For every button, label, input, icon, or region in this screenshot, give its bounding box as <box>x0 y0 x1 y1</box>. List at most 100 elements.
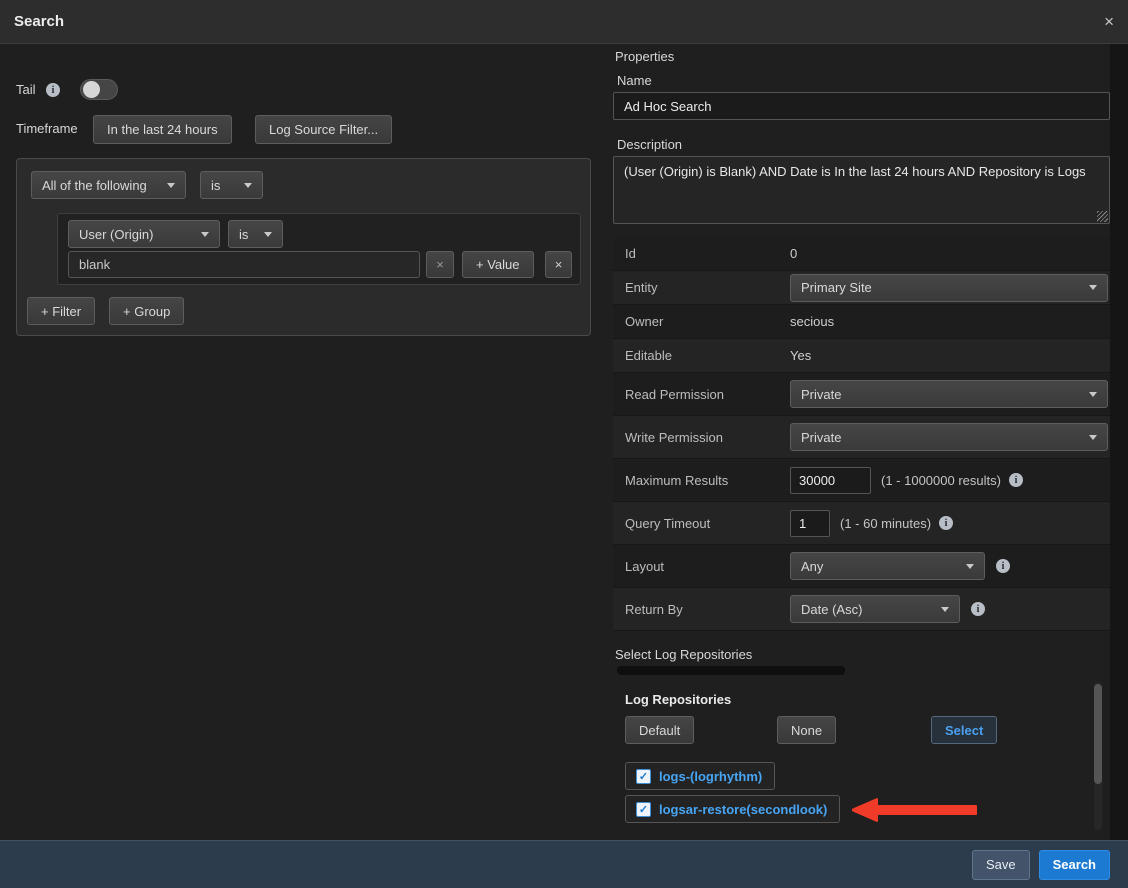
table-row-maximum-results: Maximum Results (1 - 1000000 results) <box>613 459 1110 502</box>
field-dropdown[interactable]: User (Origin) <box>68 220 220 248</box>
red-arrow-annotation <box>852 797 980 823</box>
table-row-write-permission: Write Permission Private <box>613 416 1110 459</box>
group-operator-dropdown[interactable]: All of the following <box>31 171 186 199</box>
row-value: 0 <box>790 246 797 261</box>
table-row-query-timeout: Query Timeout (1 - 60 minutes) <box>613 502 1110 545</box>
group-condition-dropdown[interactable]: is <box>200 171 263 199</box>
properties-header: Properties <box>615 49 674 64</box>
vertical-scrollbar[interactable] <box>1094 682 1102 830</box>
chevron-down-icon <box>244 183 252 188</box>
table-row-id: Id 0 <box>613 237 1110 271</box>
description-textarea[interactable]: (User (Origin) is Blank) AND Date is In … <box>613 156 1110 224</box>
return-by-value: Date (Asc) <box>801 602 862 617</box>
log-repositories-header: Log Repositories <box>625 692 731 707</box>
horizontal-scrollbar[interactable] <box>617 666 845 675</box>
group-condition-value: is <box>211 178 220 193</box>
table-row-return-by: Return By Date (Asc) <box>613 588 1110 631</box>
timeframe-button[interactable]: In the last 24 hours <box>93 115 232 144</box>
chevron-down-icon <box>167 183 175 188</box>
entity-dropdown[interactable]: Primary Site <box>790 274 1108 302</box>
chevron-down-icon <box>1089 285 1097 290</box>
timeframe-label: Timeframe <box>16 121 78 136</box>
repository-item-logsar-restore-secondlook[interactable]: logsar-restore(secondlook) <box>625 795 840 823</box>
tail-label: Tail <box>16 82 36 97</box>
add-value-button[interactable]: + Value <box>462 251 534 278</box>
name-label: Name <box>617 73 652 88</box>
query-timeout-hint: (1 - 60 minutes) <box>840 516 931 531</box>
log-source-filter-button[interactable]: Log Source Filter... <box>255 115 392 144</box>
row-label: Write Permission <box>625 430 790 445</box>
table-row-read-permission: Read Permission Private <box>613 373 1110 416</box>
info-icon[interactable] <box>996 559 1010 573</box>
table-row-owner: Owner secious <box>613 305 1110 339</box>
field-condition-value: is <box>239 227 248 242</box>
chevron-down-icon <box>264 232 272 237</box>
row-label: Entity <box>625 280 790 295</box>
remove-value-button[interactable]: × <box>426 251 454 278</box>
search-dialog: Search × Tail Timeframe In the last 24 h… <box>0 0 1128 888</box>
select-button[interactable]: Select <box>931 716 997 744</box>
table-row-layout: Layout Any <box>613 545 1110 588</box>
layout-dropdown[interactable]: Any <box>790 552 985 580</box>
info-icon[interactable] <box>939 516 953 530</box>
toggle-knob <box>83 81 100 98</box>
row-label: Editable <box>625 348 790 363</box>
chevron-down-icon <box>1089 435 1097 440</box>
scrollbar-thumb[interactable] <box>1094 684 1102 784</box>
entity-value: Primary Site <box>801 280 872 295</box>
row-label: Id <box>625 246 790 261</box>
layout-value: Any <box>801 559 823 574</box>
none-button[interactable]: None <box>777 716 836 744</box>
description-label: Description <box>617 137 682 152</box>
resize-grip-icon[interactable] <box>1097 211 1108 222</box>
default-button[interactable]: Default <box>625 716 694 744</box>
group-operator-value: All of the following <box>42 178 147 193</box>
checkbox-checked-icon[interactable] <box>636 802 651 817</box>
select-log-repositories-label: Select Log Repositories <box>615 647 752 662</box>
row-label: Layout <box>625 559 790 574</box>
add-group-button[interactable]: + Group <box>109 297 184 325</box>
close-icon[interactable]: × <box>1104 13 1114 30</box>
right-gutter <box>1110 44 1128 840</box>
properties-table: Id 0 Entity Primary Site Owner secious E… <box>613 237 1110 631</box>
chevron-down-icon <box>941 607 949 612</box>
add-filter-button[interactable]: + Filter <box>27 297 95 325</box>
row-label: Read Permission <box>625 387 790 402</box>
table-row-editable: Editable Yes <box>613 339 1110 373</box>
maximum-results-input[interactable] <box>790 467 871 494</box>
read-permission-dropdown[interactable]: Private <box>790 380 1108 408</box>
search-button[interactable]: Search <box>1039 850 1110 880</box>
row-label: Query Timeout <box>625 516 790 531</box>
remove-filter-button[interactable]: × <box>545 251 572 278</box>
footer-bar: Save Search <box>0 840 1128 888</box>
save-button[interactable]: Save <box>972 850 1030 880</box>
field-value: User (Origin) <box>79 227 153 242</box>
info-icon[interactable] <box>971 602 985 616</box>
chevron-down-icon <box>1089 392 1097 397</box>
row-label: Return By <box>625 602 790 617</box>
row-value: secious <box>790 314 834 329</box>
query-timeout-input[interactable] <box>790 510 830 537</box>
row-label: Owner <box>625 314 790 329</box>
filter-value-input[interactable] <box>68 251 420 278</box>
table-row-entity: Entity Primary Site <box>613 271 1110 305</box>
filter-item: User (Origin) is × + Value × <box>57 213 581 285</box>
return-by-dropdown[interactable]: Date (Asc) <box>790 595 960 623</box>
field-condition-dropdown[interactable]: is <box>228 220 283 248</box>
repository-label: logs-(logrhythm) <box>659 769 762 784</box>
row-value: Yes <box>790 348 811 363</box>
write-permission-dropdown[interactable]: Private <box>790 423 1108 451</box>
chevron-down-icon <box>966 564 974 569</box>
checkbox-checked-icon[interactable] <box>636 769 651 784</box>
name-input[interactable] <box>613 92 1110 120</box>
repository-item-logs-logrhythm[interactable]: logs-(logrhythm) <box>625 762 775 790</box>
filter-group: All of the following is User (Origin) is… <box>16 158 591 336</box>
row-label: Maximum Results <box>625 473 790 488</box>
titlebar: Search × <box>0 0 1128 44</box>
tail-info-icon[interactable] <box>46 83 60 97</box>
maximum-results-hint: (1 - 1000000 results) <box>881 473 1001 488</box>
info-icon[interactable] <box>1009 473 1023 487</box>
read-permission-value: Private <box>801 387 841 402</box>
tail-toggle[interactable] <box>80 79 118 100</box>
chevron-down-icon <box>201 232 209 237</box>
